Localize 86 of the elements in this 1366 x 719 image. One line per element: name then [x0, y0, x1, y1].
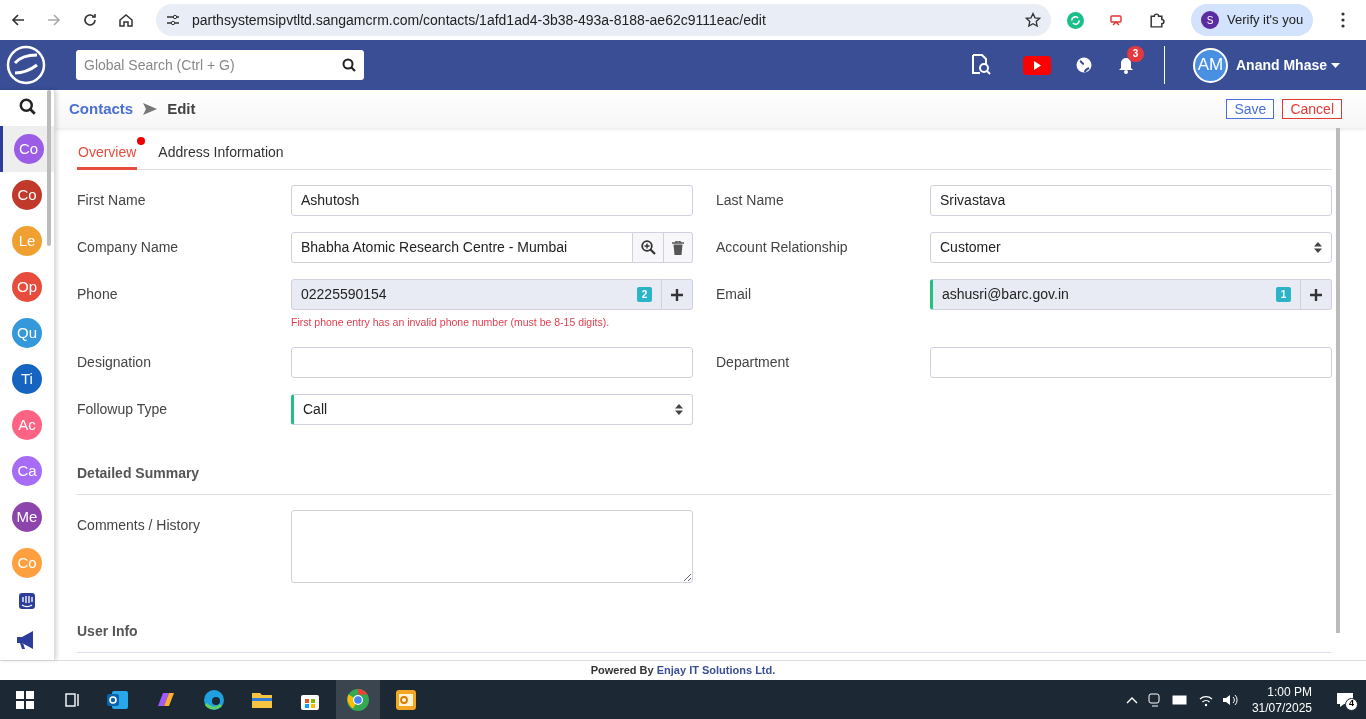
add-button[interactable] [1301, 279, 1332, 310]
search-icon[interactable] [342, 58, 356, 72]
search-icon[interactable] [18, 98, 36, 115]
document-search-icon[interactable] [971, 54, 991, 76]
site-settings-icon[interactable] [166, 13, 180, 27]
reload-icon[interactable] [82, 12, 98, 28]
clock-date[interactable]: 31/07/2025 [1251, 699, 1312, 716]
field-label: Last Name [716, 191, 784, 210]
field-label: Department [716, 352, 790, 372]
webcam-icon[interactable] [1147, 692, 1162, 707]
sort-arrows-icon [675, 403, 683, 415]
start-icon[interactable] [16, 690, 34, 709]
bookmark-star-icon[interactable] [1025, 12, 1041, 28]
count-badge: 1 [1276, 287, 1291, 302]
chrome-taskbar-button[interactable] [336, 680, 380, 719]
delete-button[interactable] [664, 232, 693, 263]
add-button[interactable] [662, 279, 693, 310]
multi-value-field[interactable]: 02225590154 2 [291, 279, 662, 310]
notification-badge: 3 [1127, 45, 1144, 62]
count-badge: 2 [637, 287, 652, 302]
profile-avatar: S [1201, 11, 1219, 29]
select-field[interactable]: Call [291, 393, 693, 425]
module-avatar[interactable]: Qu [12, 318, 42, 348]
module-avatar[interactable]: Co [13, 134, 44, 164]
home-icon[interactable] [118, 12, 134, 28]
tab[interactable]: Address Information [157, 138, 285, 170]
text-field[interactable]: Ashutosh [291, 185, 693, 216]
menu-dots-icon[interactable] [1341, 12, 1346, 28]
text-field[interactable] [930, 346, 1332, 378]
user-menu[interactable]: Anand Mhase [1236, 54, 1340, 76]
video-play-icon[interactable] [1023, 55, 1051, 75]
section-title: Detailed Summary [77, 462, 1331, 495]
text-field[interactable]: Srivastava [930, 185, 1332, 216]
lookup-button[interactable] [633, 232, 664, 263]
chevron-up-icon[interactable] [1125, 695, 1138, 704]
volume-icon[interactable] [1221, 692, 1238, 707]
field-label: Designation [77, 352, 151, 372]
field-label: Company Name [77, 238, 179, 257]
field-label: Account Relationship [716, 238, 848, 257]
extension-icon[interactable] [1108, 12, 1124, 28]
address-bar[interactable]: parthsystemsipvtltd.sangamcrm.com/contacts/1afd1ad4-3b38-493a-8188-ae62c9111eac/edit [156, 4, 1051, 36]
plus-icon [671, 288, 683, 301]
caret-icon [1331, 62, 1340, 68]
trash-icon [672, 240, 684, 255]
module-avatar[interactable]: Op [12, 272, 42, 302]
footer-credit: Powered By Enjay IT Solutions Ltd. [590, 663, 776, 679]
text-field[interactable] [291, 346, 693, 378]
module-avatar[interactable]: Ca [12, 456, 42, 486]
back-icon[interactable] [10, 12, 26, 28]
select-field[interactable]: Customer [930, 232, 1332, 263]
error-message: First phone entry has an invalid phone number (must be 8-15 digits). [291, 315, 611, 330]
app-logo-icon[interactable] [6, 45, 46, 85]
save-button[interactable]: Save [1226, 99, 1275, 119]
module-avatar[interactable]: Me [12, 502, 42, 532]
multi-value-field[interactable]: ashusri@barc.gov.in 1 [930, 279, 1301, 310]
field-label: Followup Type [77, 399, 167, 419]
section-title: User Info [77, 620, 1331, 653]
clock-time[interactable]: 1:00 PM [1267, 683, 1312, 700]
browser-edge-icon[interactable] [202, 687, 226, 712]
module-avatar[interactable]: Ti [12, 364, 42, 394]
bell-icon[interactable] [1118, 56, 1134, 74]
breadcrumb-link[interactable]: Contacts [69, 97, 134, 121]
puzzle-icon[interactable] [1148, 11, 1165, 29]
module-avatar[interactable]: Co [12, 180, 42, 210]
url-text: parthsystemsipvtltd.sangamcrm.com/contacts/1afd1ad4-3b38-493a-8188-ae62c9111eac/edit [192, 10, 767, 30]
field-label: Phone [77, 285, 118, 304]
tab[interactable]: Overview [77, 138, 138, 170]
field-label: Comments / History [77, 515, 200, 535]
field-label: First Name [77, 191, 146, 210]
chrome-icon [346, 687, 370, 712]
lookup-field[interactable]: Bhabha Atomic Research Centre - Mumbai [291, 232, 633, 263]
plus-icon [1310, 288, 1322, 301]
profile-chip[interactable]: S Verify it's you [1191, 4, 1314, 36]
chevron-right-icon [143, 103, 158, 115]
outlook-app-icon[interactable] [394, 687, 418, 712]
chat-widget-icon[interactable] [18, 592, 36, 610]
sort-arrows-icon [1314, 242, 1322, 253]
field-label: Email [716, 285, 751, 304]
cancel-button[interactable]: Cancel [1282, 99, 1342, 119]
battery-icon[interactable] [1171, 693, 1188, 706]
breadcrumb-current: Edit [167, 98, 196, 119]
global-search-field[interactable]: Global Search (Ctrl + G) [76, 50, 364, 80]
profile-label: Verify it's you [1227, 11, 1304, 30]
task-view-icon[interactable] [64, 690, 82, 709]
user-avatar[interactable]: AM [1193, 47, 1228, 83]
zoom-in-icon [640, 240, 656, 255]
